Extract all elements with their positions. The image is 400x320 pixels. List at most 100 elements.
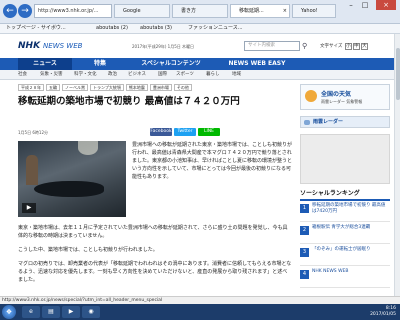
- minimize-icon[interactable]: –: [344, 0, 358, 10]
- article-paragraph: マグロの初売りでは、卸売業者の代表が「移転延期でわれわれはその渦中にあります。消…: [18, 261, 292, 283]
- topic-tag[interactable]: トランプ大統領: [90, 84, 124, 91]
- category-society[interactable]: 社会: [18, 70, 27, 80]
- rank-text: 「のぞみ」の運転士が居眠り: [312, 247, 371, 252]
- search-button[interactable]: ⚲: [302, 41, 312, 51]
- favorite-link[interactable]: aboutabs (2): [96, 24, 128, 33]
- logo-text: NHK: [18, 41, 41, 51]
- favorites-bar: トップページ - サイボウ... aboutabs (2) aboutabs (…: [0, 24, 400, 34]
- ranking-title: ソーシャルランキング: [300, 188, 390, 201]
- taskbar: ❖ e ▤ ▶ ◉ 8:16 2017/01/05: [0, 304, 400, 320]
- tuna-shape: [34, 181, 104, 197]
- cloud-icon: [304, 120, 310, 125]
- scroll-thumb[interactable]: [396, 48, 400, 100]
- ranking-item[interactable]: 3 「のぞみ」の運転士が居眠り: [300, 246, 390, 266]
- nav-easy[interactable]: NEWS WEB EASY: [222, 58, 292, 70]
- tab-yahoo[interactable]: Yahoo!: [292, 4, 336, 18]
- address-bar[interactable]: http://www3.nhk.or.jp/...: [34, 4, 112, 18]
- favorite-link[interactable]: ファッションニュース...: [188, 24, 243, 33]
- rank-text: 箱根駅伝 青学大が総合3連覇: [312, 225, 371, 230]
- search-icon: ⚲: [302, 42, 308, 50]
- person-shape: [26, 155, 38, 185]
- rank-number: 3: [300, 248, 309, 257]
- rank-text: NHK NEWS WEB: [312, 269, 349, 274]
- category-international[interactable]: 国際: [158, 70, 167, 80]
- logo-sub: NEWS WEB: [43, 42, 83, 50]
- topic-tag[interactable]: ノーベル賞: [62, 84, 88, 91]
- main-nav: ニュース 特集 スペシャルコンテンツ NEWS WEB EASY: [0, 58, 394, 70]
- arrow-right-icon: →: [21, 6, 29, 16]
- article-paragraph: 豊洲市場への移転が延期された東京・築地市場では、ことしも初競りが行われ、最高値は…: [132, 142, 293, 180]
- font-size-control: 文字サイズ 小中大: [320, 43, 368, 50]
- category-science[interactable]: 科学・文化: [74, 70, 97, 80]
- article-date: 1月5日 6時12分: [18, 130, 48, 135]
- site-date: 2017年(平成29年) 1月5日 木曜日: [132, 44, 195, 49]
- site-logo[interactable]: NHK NEWS WEB: [18, 41, 82, 51]
- weather-box[interactable]: 全国の天気 雨雲レーダー 気象警報: [300, 84, 390, 110]
- topic-tag[interactable]: その他: [173, 84, 192, 91]
- font-size-medium[interactable]: 中: [352, 43, 360, 50]
- vertical-scrollbar[interactable]: [394, 34, 400, 296]
- article-paragraph: 東京・築地市場は、去年１１月に予定されていた豊洲市場への移転が延期されて、さらに…: [18, 225, 288, 239]
- category-sports[interactable]: スポーツ: [176, 70, 194, 80]
- close-window-icon[interactable]: ×: [376, 0, 396, 10]
- nav-special[interactable]: スペシャルコンテンツ: [128, 58, 214, 70]
- search-input[interactable]: サイト内検索: [244, 41, 300, 51]
- tab-label: Google: [123, 8, 141, 14]
- play-icon: ▶: [68, 308, 74, 315]
- weather-title: 全国の天気: [321, 91, 352, 98]
- topic-tag[interactable]: 五輪: [46, 84, 60, 91]
- category-politics[interactable]: 政治: [108, 70, 117, 80]
- tab-article[interactable]: 移転延期... ×: [230, 4, 290, 18]
- favorite-link[interactable]: aboutabs (3): [140, 24, 172, 33]
- topic-tag[interactable]: 豊洲市場: [149, 84, 172, 91]
- system-clock[interactable]: 8:16 2017/01/05: [370, 306, 396, 318]
- taskbar-ie[interactable]: e: [22, 306, 40, 318]
- topic-tag[interactable]: 平成２８年: [18, 84, 44, 91]
- share-facebook-button[interactable]: Facebook: [150, 128, 172, 136]
- start-button[interactable]: ❖: [2, 305, 16, 319]
- ranking-item[interactable]: 1 移転延期の築地市場で初競り 最高値は7420万円: [300, 202, 390, 222]
- tab-label: 書き方: [181, 8, 197, 14]
- clock-date: 2017/01/05: [370, 312, 396, 317]
- taskbar-app[interactable]: ◉: [82, 306, 100, 318]
- rank-number: 1: [300, 204, 309, 213]
- tab-kakikata[interactable]: 書き方: [172, 4, 228, 18]
- category-regional[interactable]: 地域: [232, 70, 241, 80]
- web-page: NHK NEWS WEB 2017年(平成29年) 1月5日 木曜日 サイト内検索…: [0, 34, 394, 296]
- play-icon: ▶: [26, 204, 32, 211]
- maximize-icon[interactable]: □: [358, 0, 372, 10]
- favorite-link[interactable]: トップページ - サイボウ...: [6, 24, 66, 33]
- tab-label: Yahoo!: [301, 8, 318, 14]
- category-weather[interactable]: 気象・災害: [40, 70, 63, 80]
- browser-toolbar: ← → http://www3.nhk.or.jp/... Google 書き方…: [0, 0, 400, 24]
- font-size-small[interactable]: 小: [344, 43, 352, 50]
- tab-label: 移転延期...: [239, 8, 264, 14]
- article-title: 移転延期の築地市場で初競り 最高値は７４２０万円: [18, 96, 240, 107]
- article-paragraph: こうした中、築地市場では、ことしも初競りが行われました。: [18, 247, 158, 253]
- nav-features[interactable]: 特集: [76, 58, 124, 70]
- category-nav: 社会 気象・災害 科学・文化 政治 ビジネス 国際 スポーツ 暮らし 地域: [0, 70, 394, 80]
- nav-news[interactable]: ニュース: [18, 58, 72, 70]
- folder-icon: ▤: [48, 308, 54, 315]
- rank-number: 2: [300, 226, 309, 235]
- topic-tag[interactable]: 熊本地震: [125, 84, 148, 91]
- tab-google[interactable]: Google: [114, 4, 170, 18]
- back-button[interactable]: ←: [3, 4, 17, 18]
- share-twitter-button[interactable]: Twitter: [174, 128, 196, 136]
- taskbar-explorer[interactable]: ▤: [42, 306, 60, 318]
- taskbar-media[interactable]: ▶: [62, 306, 80, 318]
- article-video[interactable]: ▶: [18, 141, 126, 217]
- category-business[interactable]: ビジネス: [128, 70, 146, 80]
- category-life[interactable]: 暮らし: [206, 70, 220, 80]
- font-size-label: 文字サイズ: [320, 44, 343, 49]
- sun-icon: [305, 90, 317, 102]
- play-button[interactable]: ▶: [22, 203, 36, 213]
- ranking-item[interactable]: 2 箱根駅伝 青学大が総合3連覇: [300, 224, 390, 244]
- share-line-button[interactable]: LINE: [198, 128, 220, 136]
- font-size-large[interactable]: 大: [360, 43, 368, 50]
- ranking-item[interactable]: 4 NHK NEWS WEB: [300, 268, 390, 288]
- close-tab-icon[interactable]: ×: [283, 5, 287, 17]
- rain-radar-link[interactable]: 雨雲レーダー: [300, 116, 390, 128]
- status-bar: http://www3.nhk.or.jp/news/special/?utm_…: [0, 296, 400, 304]
- forward-button[interactable]: →: [18, 4, 32, 18]
